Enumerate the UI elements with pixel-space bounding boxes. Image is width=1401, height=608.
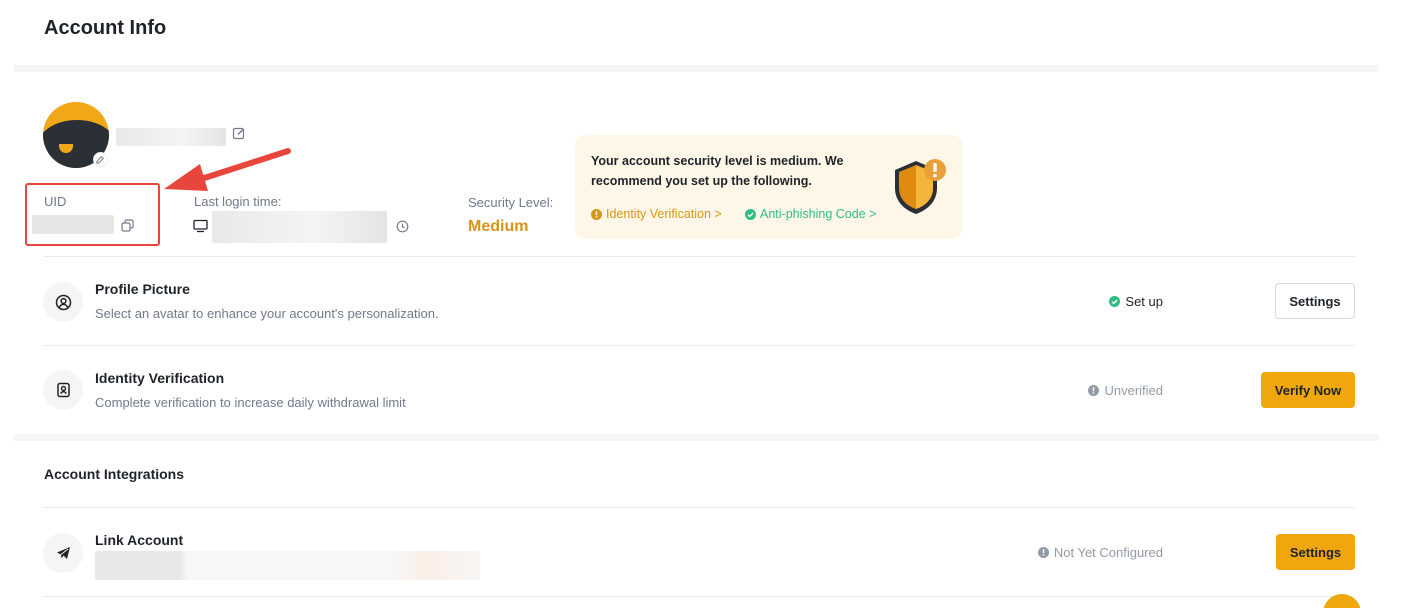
row-divider xyxy=(43,507,1355,508)
anti-phishing-link[interactable]: Anti-phishing Code > xyxy=(745,207,876,221)
link-account-settings-button[interactable]: Settings xyxy=(1276,534,1355,570)
telegram-icon xyxy=(43,533,83,573)
clock-icon xyxy=(395,219,409,233)
identity-verification-link-label: Identity Verification > xyxy=(606,207,722,221)
arrow-annotation xyxy=(164,148,291,191)
status-label: Not Yet Configured xyxy=(1053,545,1163,560)
section-divider-band xyxy=(14,65,1379,72)
user-circle-icon xyxy=(43,282,83,322)
last-login-label: Last login time: xyxy=(194,194,282,209)
security-tip-card: Your account security level is medium. W… xyxy=(575,135,962,239)
status-label: Unverified xyxy=(1104,383,1163,398)
row-title: Identity Verification xyxy=(95,370,225,386)
last-login-value-redacted xyxy=(212,211,387,243)
section-divider-band xyxy=(14,434,1379,441)
security-level-label: Security Level: xyxy=(468,195,554,210)
uid-label: UID xyxy=(44,194,67,209)
row-title: Link Account xyxy=(95,532,184,548)
security-level-value: Medium xyxy=(468,218,529,235)
row-title: Profile Picture xyxy=(95,281,190,297)
warning-icon xyxy=(591,208,602,220)
status-badge: Not Yet Configured xyxy=(1037,545,1163,560)
row-divider xyxy=(43,596,1355,597)
status-badge: Set up xyxy=(1109,294,1163,309)
row-description: Complete verification to increase daily … xyxy=(95,395,406,410)
security-tip-message: Your account security level is medium. W… xyxy=(591,154,844,188)
row-divider xyxy=(43,256,1355,257)
uid-value-redacted xyxy=(32,215,114,234)
row-description: Select an avatar to enhance your account… xyxy=(95,306,439,321)
shield-warning-icon xyxy=(895,159,946,214)
verify-now-button[interactable]: Verify Now xyxy=(1261,372,1355,408)
section-title: Account Integrations xyxy=(44,466,185,482)
desktop-icon xyxy=(193,218,208,233)
info-icon xyxy=(1088,385,1100,396)
status-label: Set up xyxy=(1125,294,1163,309)
copy-icon[interactable] xyxy=(120,218,134,232)
check-circle-icon xyxy=(1109,296,1121,307)
page-title: Account Info xyxy=(44,17,167,39)
anti-phishing-link-label: Anti-phishing Code > xyxy=(760,207,877,221)
id-badge-icon xyxy=(43,370,83,410)
info-icon xyxy=(1037,547,1049,558)
row-divider xyxy=(43,345,1355,346)
status-badge: Unverified xyxy=(1088,383,1163,398)
link-account-value-redacted xyxy=(95,551,480,580)
check-circle-icon xyxy=(745,208,756,220)
profile-picture-settings-button[interactable]: Settings xyxy=(1275,283,1355,319)
avatar-edit-icon[interactable] xyxy=(93,152,108,167)
edit-nickname-icon[interactable] xyxy=(231,125,246,140)
identity-verification-link[interactable]: Identity Verification > xyxy=(591,207,722,221)
